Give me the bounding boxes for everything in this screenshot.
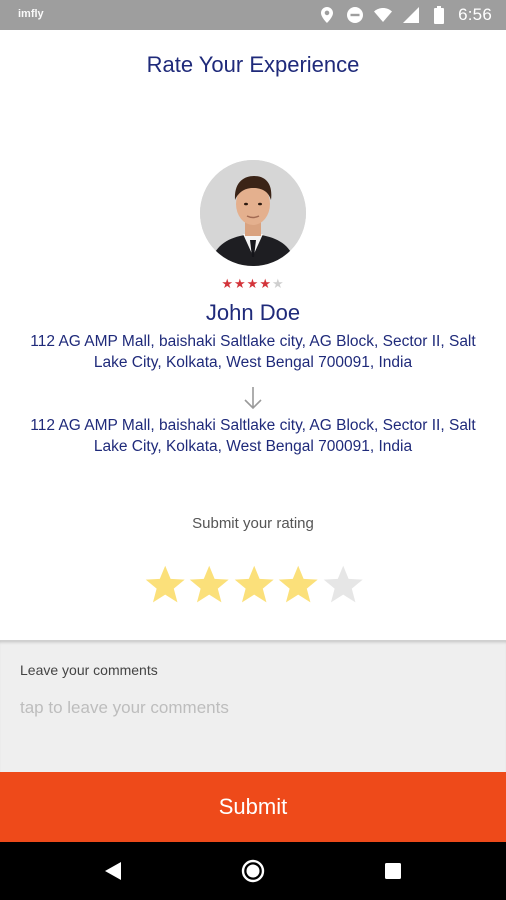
home-icon[interactable] (238, 856, 268, 886)
status-bar: imfly 6:56 (0, 0, 506, 30)
driver-name: John Doe (205, 300, 301, 325)
page-title: Rate Your Experience (146, 52, 360, 77)
battery-icon (430, 6, 448, 24)
mini-star-icon: ★ (234, 276, 247, 291)
rating-star-icon[interactable] (188, 563, 230, 607)
do-not-disturb-icon (346, 6, 364, 24)
back-icon[interactable] (98, 856, 128, 886)
mini-star-icon: ★ (259, 276, 272, 291)
arrow-down-icon (0, 386, 506, 414)
mini-star-icon: ★ (246, 276, 260, 291)
comments-label: Leave your comments (20, 662, 158, 678)
notification-app-label: imfly (18, 8, 44, 20)
recents-icon[interactable] (378, 856, 408, 886)
driver-rating: ★★★★★ (0, 276, 506, 292)
clock: 6:56 (458, 5, 492, 24)
location-icon (318, 6, 336, 24)
submit-button[interactable]: Submit (0, 772, 506, 842)
mini-star-icon: ★ (271, 276, 285, 291)
comments-section: Leave your comments (0, 640, 506, 772)
wifi-icon (374, 6, 393, 24)
status-icons: 6:56 (318, 4, 492, 26)
dropoff-address: 112 AG AMP Mall, baishaki Saltlake city,… (30, 417, 476, 455)
navigation-bar (0, 842, 506, 900)
pickup-address: 112 AG AMP Mall, baishaki Saltlake city,… (30, 333, 476, 371)
rating-star-icon[interactable] (322, 563, 364, 607)
rating-star-icon[interactable] (277, 563, 319, 607)
comments-input[interactable] (20, 695, 486, 721)
mini-star-icon: ★ (221, 276, 235, 291)
driver-avatar (200, 160, 306, 266)
rating-star-icon[interactable] (144, 563, 186, 607)
rating-input[interactable] (144, 563, 364, 609)
signal-icon (402, 6, 420, 24)
rating-label: Submit your rating (192, 515, 314, 532)
rating-star-icon[interactable] (233, 563, 275, 607)
